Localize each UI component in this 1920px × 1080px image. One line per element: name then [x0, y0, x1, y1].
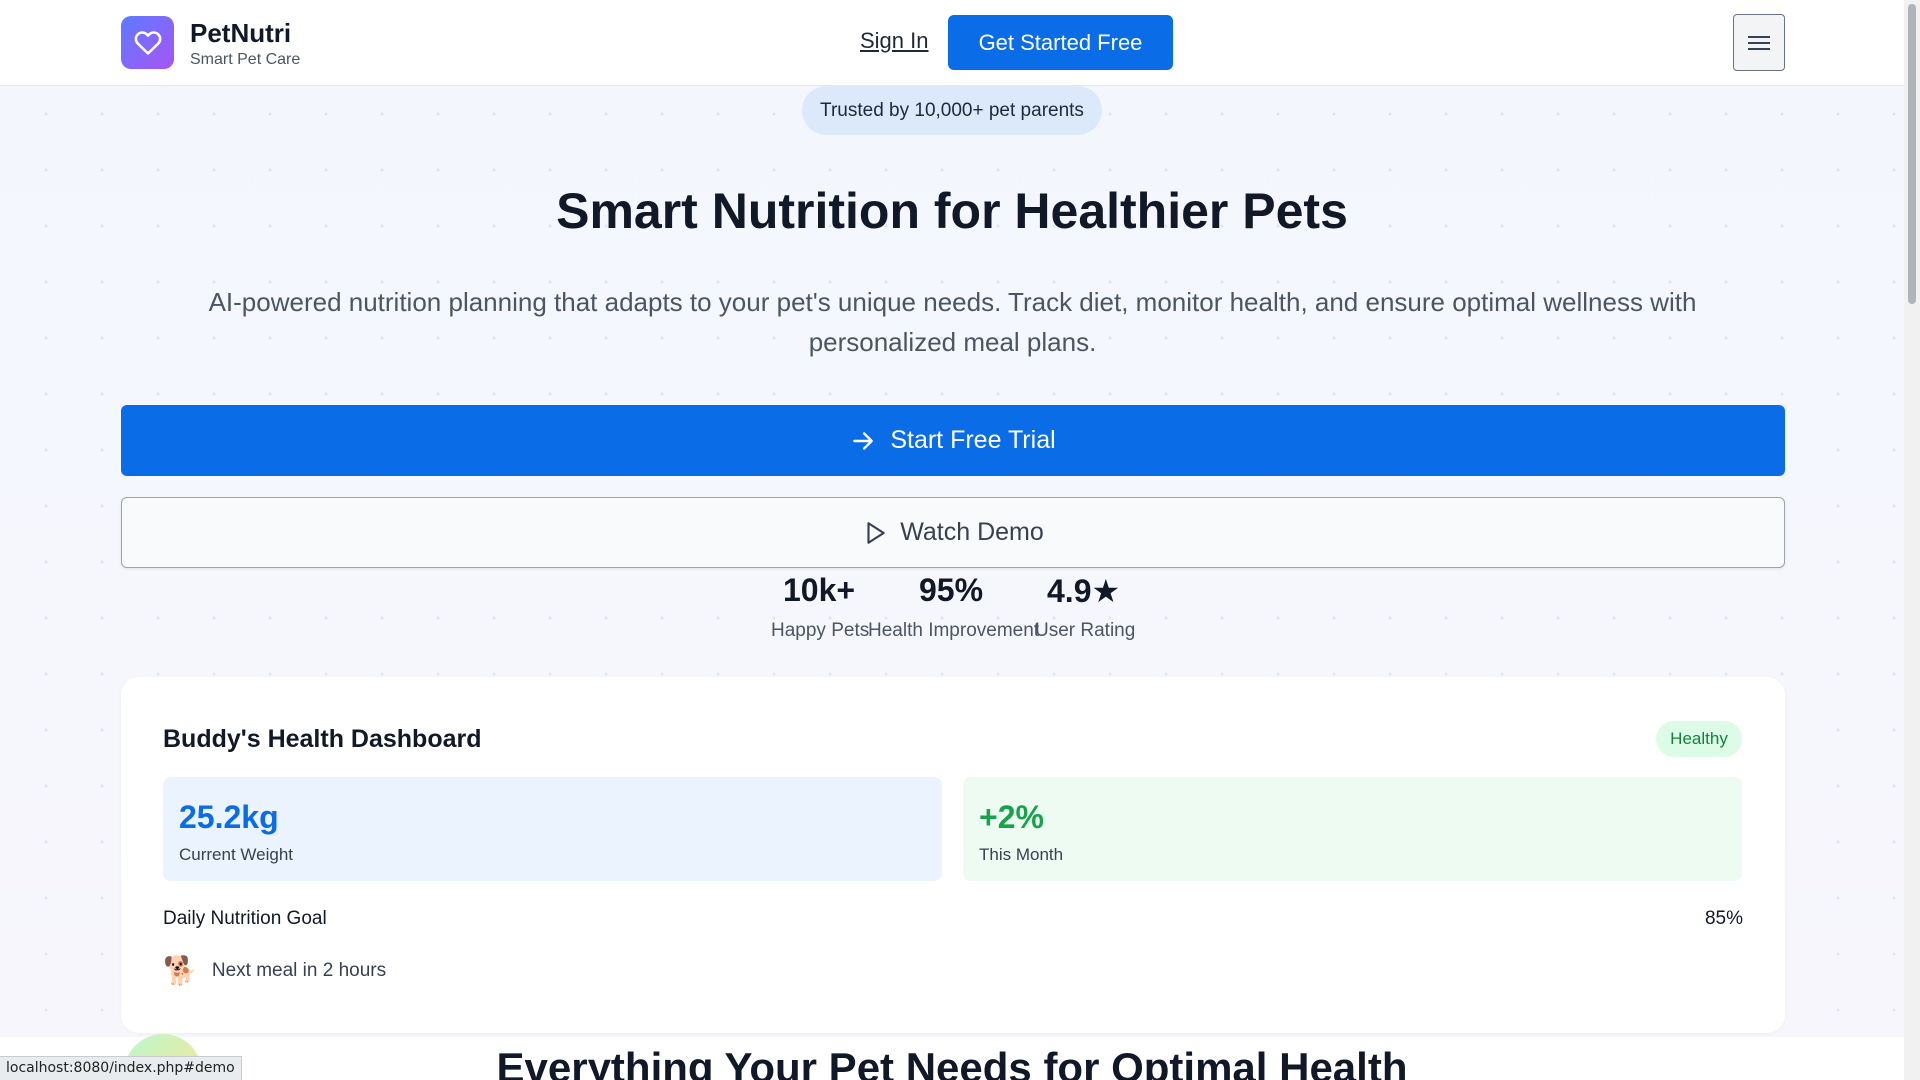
get-started-button[interactable]: Get Started Free: [948, 15, 1173, 70]
status-badge: Healthy: [1656, 721, 1742, 757]
stat-user-rating-label: User Rating: [1035, 620, 1136, 641]
brand-tagline: Smart Pet Care: [190, 51, 301, 68]
status-bar-url: localhost:8080/index.php#demo: [0, 1056, 242, 1080]
play-icon: [867, 521, 885, 544]
weight-value: 25.2kg: [179, 799, 279, 835]
stat-happy-pets-value: 10k+: [783, 572, 856, 608]
start-free-trial-button[interactable]: Start Free Trial: [121, 405, 1785, 476]
menu-button[interactable]: [1733, 14, 1785, 71]
next-meal-row: 🐕 Next meal in 2 hours: [163, 957, 386, 985]
logo[interactable]: [121, 16, 174, 69]
dashboard-title: Buddy's Health Dashboard: [163, 725, 482, 753]
stat-happy-pets-label: Happy Pets: [771, 620, 870, 641]
watch-demo-label: Watch Demo: [900, 518, 1044, 546]
nutrition-goal-percent: 85%: [1704, 908, 1743, 929]
stat-health-improvement-value: 95%: [919, 572, 984, 608]
weight-change-label: This Month: [979, 845, 1064, 864]
hero-subtitle: AI-powered nutrition planning that adapt…: [208, 287, 1697, 357]
start-free-trial-label: Start Free Trial: [890, 426, 1056, 454]
stat-health-improvement-label: Health Improvement: [868, 620, 1040, 641]
weight-change-tile: +2% This Month: [963, 777, 1742, 881]
dog-icon: 🐕: [163, 955, 198, 986]
top-navbar: PetNutri Smart Pet Care Sign In Get Star…: [0, 0, 1904, 86]
health-dashboard-card: Buddy's Health Dashboard Healthy 25.2kg …: [121, 677, 1785, 1033]
nutrition-goal-label: Daily Nutrition Goal: [163, 908, 327, 929]
stat-user-rating-value: 4.9★: [1047, 573, 1121, 609]
heart-icon: [134, 30, 161, 55]
trust-badge: Trusted by 10,000+ pet parents: [802, 86, 1102, 135]
watch-demo-button[interactable]: Watch Demo: [121, 497, 1785, 568]
next-meal-text: Next meal in 2 hours: [211, 960, 387, 981]
scrollbar-thumb[interactable]: [1908, 4, 1916, 304]
weight-tile: 25.2kg Current Weight: [163, 777, 942, 881]
sign-in-link[interactable]: Sign In: [860, 28, 929, 54]
weight-label: Current Weight: [179, 845, 294, 864]
weight-change-value: +2%: [979, 799, 1044, 835]
hero-title: Smart Nutrition for Healthier Pets: [556, 183, 1348, 239]
vertical-scrollbar[interactable]: [1904, 0, 1920, 1080]
brand-name[interactable]: PetNutri: [190, 18, 291, 49]
arrow-right-icon: [853, 431, 874, 450]
hamburger-menu-icon: [1748, 35, 1770, 50]
features-title: Everything Your Pet Needs for Optimal He…: [496, 1044, 1408, 1080]
